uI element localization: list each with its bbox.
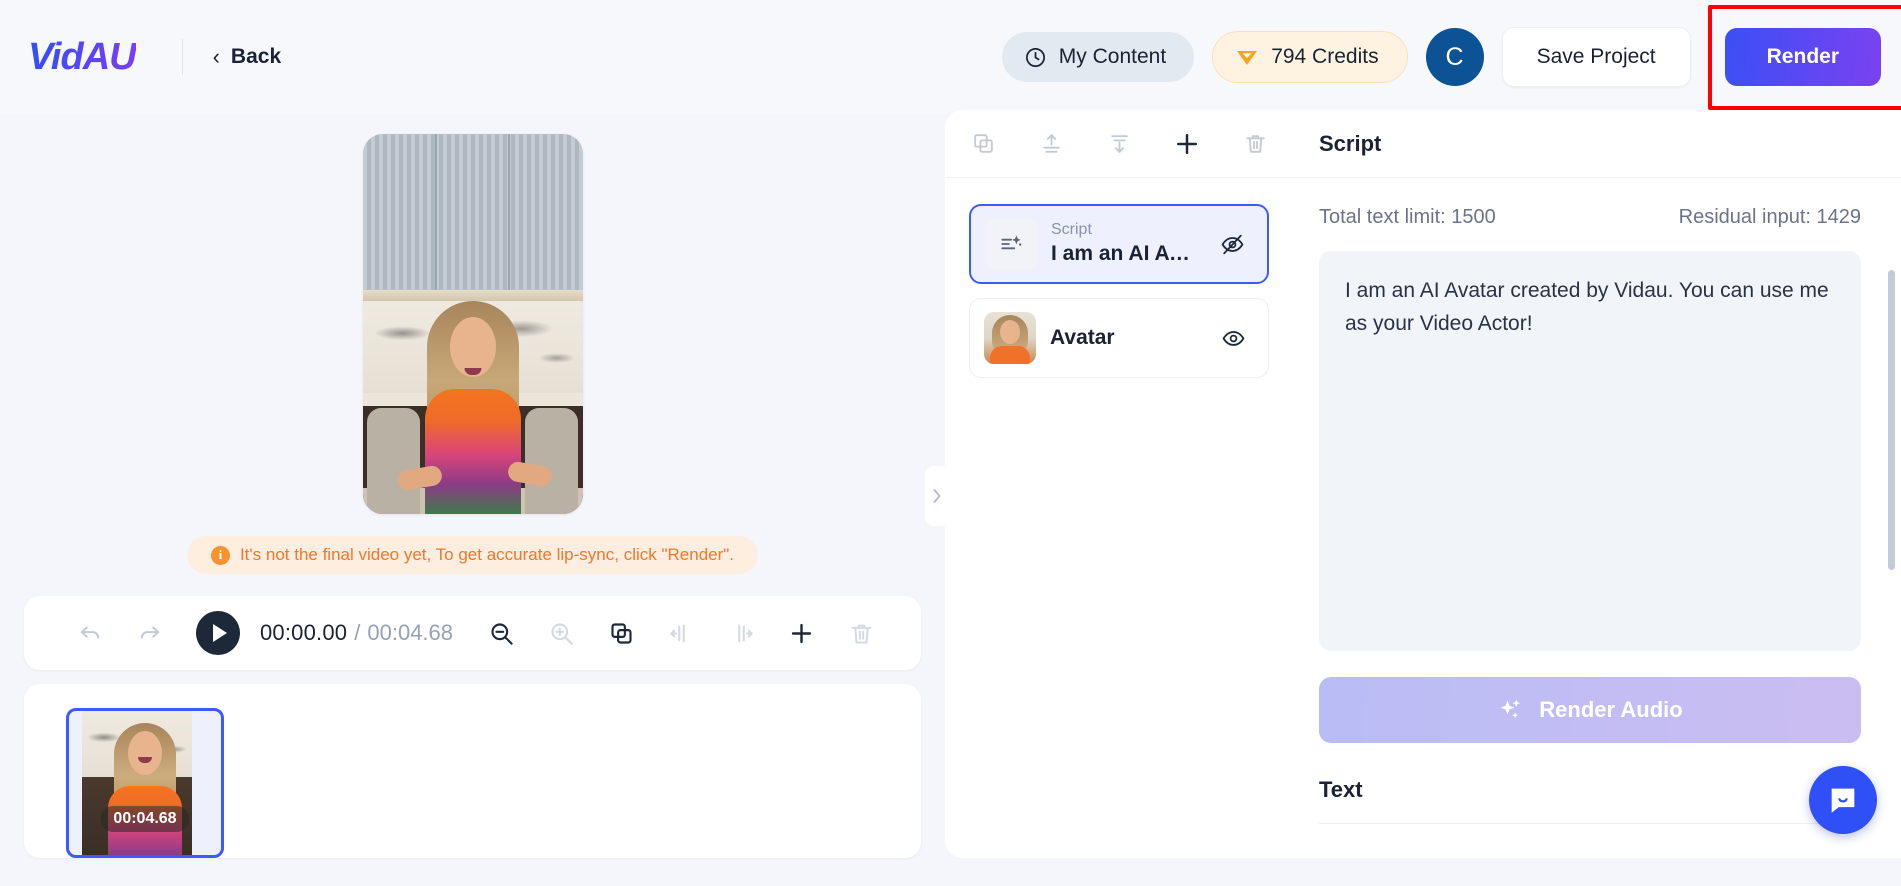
properties-panel-scrollbar[interactable] — [1888, 270, 1895, 570]
avatar-layer-title: Avatar — [1050, 326, 1115, 349]
split-left-button[interactable] — [651, 610, 711, 656]
delete-clip-button[interactable] — [831, 610, 891, 656]
add-clip-button[interactable] — [771, 610, 831, 656]
total-text-limit: Total text limit: 1500 — [1319, 206, 1496, 228]
time-separator: / — [354, 620, 361, 646]
chat-support-button[interactable] — [1809, 766, 1877, 834]
layer-item-avatar[interactable]: Avatar — [969, 298, 1269, 378]
preview-chair-right — [525, 407, 579, 515]
timeline-toolbar: 00:00.00 / 00:04.68 — [24, 596, 921, 670]
layers-panel: Script I am an AI Ava… Avatar — [945, 110, 1293, 858]
video-preview[interactable] — [362, 134, 583, 515]
script-textarea[interactable]: I am an AI Avatar created by Vidau. You … — [1319, 251, 1861, 651]
render-button-wrapper: Render — [1707, 5, 1901, 110]
render-button-label: Render — [1766, 45, 1839, 68]
back-button-label: Back — [230, 45, 282, 68]
play-icon — [213, 624, 227, 643]
my-content-button[interactable]: My Content — [1001, 32, 1195, 82]
avatar-initial: C — [1445, 42, 1464, 71]
move-up-layer-button[interactable] — [1029, 122, 1073, 166]
zoom-out-button[interactable] — [471, 610, 531, 656]
credits-button[interactable]: 794 Credits — [1212, 31, 1408, 83]
chevron-right-icon — [933, 489, 940, 503]
layer-item-script[interactable]: Script I am an AI Ava… — [969, 204, 1269, 284]
gem-icon — [1235, 46, 1259, 68]
info-icon: i — [210, 545, 230, 565]
properties-panel: Script Total text limit: 1500 Residual i… — [1293, 110, 1901, 858]
vidau-logo[interactable]: VidAU — [28, 36, 137, 79]
render-audio-button[interactable]: Render Audio — [1319, 677, 1861, 743]
properties-panel-title: Script — [1293, 110, 1901, 178]
preview-cabinet-seam — [507, 134, 510, 290]
header-divider — [181, 39, 183, 75]
lipsync-warning-text: It's not the final video yet, To get acc… — [239, 545, 735, 565]
render-audio-label: Render Audio — [1539, 697, 1683, 722]
script-meta: Total text limit: 1500 Residual input: 1… — [1319, 206, 1861, 229]
lipsync-warning: i It's not the final video yet, To get a… — [186, 536, 759, 575]
script-layer-icon — [985, 218, 1037, 270]
chevron-left-icon: ‹ — [212, 44, 220, 69]
avatar-thumb-body — [990, 346, 1030, 364]
save-project-button[interactable]: Save Project — [1501, 27, 1691, 87]
save-project-label: Save Project — [1536, 45, 1656, 68]
layers-toolbar — [945, 110, 1293, 178]
app-root: VidAU ‹ Back My Content 794 Credits C Sa… — [0, 0, 1901, 886]
avatar-thumb-face — [1000, 320, 1020, 345]
duplicate-button[interactable] — [591, 610, 651, 656]
zoom-in-button[interactable] — [531, 610, 591, 656]
header-actions: My Content 794 Credits C Save Project Re… — [1001, 5, 1901, 110]
script-layer-title: I am an AI Ava… — [1051, 242, 1201, 266]
app-header: VidAU ‹ Back My Content 794 Credits C Sa… — [0, 0, 1901, 114]
undo-button[interactable] — [60, 610, 120, 656]
total-time: 00:04.68 — [367, 620, 454, 646]
sparkle-icon — [1497, 696, 1525, 724]
chat-bubble-icon — [1831, 788, 1855, 813]
editor-left-column: i It's not the final video yet, To get a… — [0, 110, 945, 886]
clip-person-face — [128, 731, 162, 776]
split-right-button[interactable] — [711, 610, 771, 656]
script-section: Total text limit: 1500 Residual input: 1… — [1293, 178, 1901, 824]
timeline-track[interactable]: 00:04.68 — [24, 684, 921, 858]
eye-icon[interactable] — [1216, 326, 1250, 351]
script-layer-text: Script I am an AI Ava… — [1051, 220, 1201, 267]
add-layer-button[interactable] — [1165, 122, 1209, 166]
collapse-panel-handle[interactable] — [925, 466, 947, 526]
timeline-clip[interactable]: 00:04.68 — [66, 708, 224, 858]
play-button[interactable] — [196, 611, 240, 656]
preview-chair-left — [366, 407, 420, 515]
user-avatar[interactable]: C — [1425, 28, 1484, 86]
copy-layer-button[interactable] — [961, 122, 1005, 166]
avatar-layer-thumbnail — [984, 312, 1036, 364]
redo-button[interactable] — [120, 610, 180, 656]
render-button[interactable]: Render — [1724, 28, 1881, 86]
preview-ledge — [362, 289, 583, 302]
residual-input: Residual input: 1429 — [1678, 206, 1861, 228]
preview-cabinets — [362, 134, 583, 290]
clock-icon — [1024, 46, 1047, 69]
avatar-layer-text: Avatar — [1050, 326, 1202, 350]
my-content-label: My Content — [1058, 45, 1167, 68]
current-time: 00:00.00 — [260, 620, 348, 646]
back-button[interactable]: ‹ Back — [209, 39, 286, 75]
text-section-title: Text — [1319, 777, 1861, 824]
credits-label: 794 Credits — [1271, 45, 1379, 68]
layer-list: Script I am an AI Ava… Avatar — [945, 178, 1293, 378]
move-down-layer-button[interactable] — [1097, 122, 1141, 166]
preview-cabinet-seam — [435, 134, 438, 290]
script-layer-sublabel: Script — [1051, 221, 1092, 239]
delete-layer-button[interactable] — [1233, 122, 1277, 166]
clip-duration-badge: 00:04.68 — [100, 806, 190, 833]
preview-person-body — [424, 388, 521, 515]
eye-off-icon[interactable] — [1215, 232, 1249, 257]
